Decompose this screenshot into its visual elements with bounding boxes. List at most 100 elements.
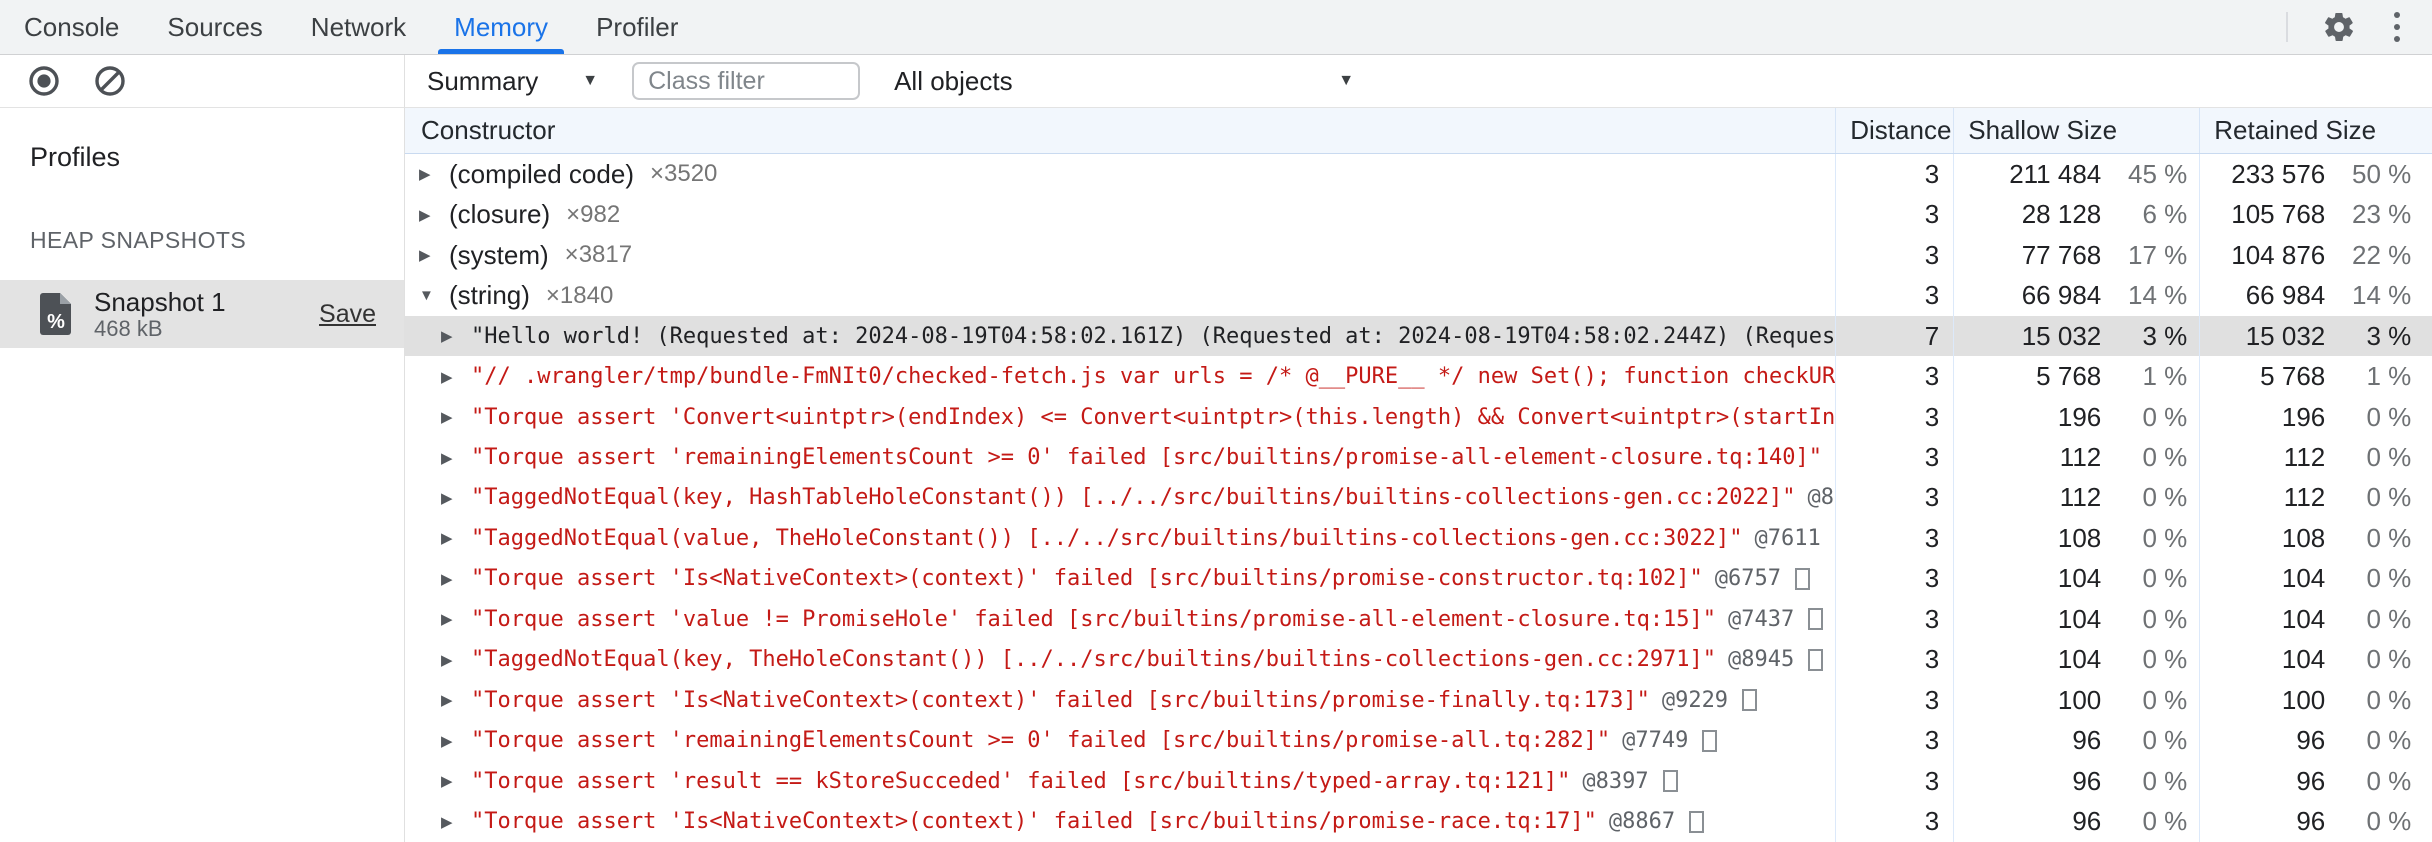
size-percent: 0 % — [2366, 684, 2412, 715]
heap-snapshot-file-icon: % — [36, 290, 76, 338]
expand-icon[interactable]: ▶ — [441, 489, 471, 507]
size-percent: 0 % — [2366, 725, 2412, 756]
tab-bar-actions — [2286, 0, 2432, 54]
expand-icon[interactable]: ▶ — [441, 408, 471, 426]
expand-icon[interactable]: ▶ — [441, 570, 471, 588]
expand-icon[interactable]: ▶ — [441, 691, 471, 709]
size-percent: 0 % — [2142, 482, 2188, 513]
tab-memory[interactable]: Memory — [430, 0, 572, 54]
object-link-icon[interactable] — [1795, 567, 1811, 590]
size-value: 15 032 — [2245, 320, 2326, 351]
string-value: "Torque assert 'remainingElementsCount >… — [471, 728, 1611, 754]
object-link-icon[interactable] — [1808, 648, 1824, 671]
expand-icon[interactable]: ▶ — [441, 529, 471, 547]
shallow-size-cell: 5 768 1 % — [1953, 356, 2199, 397]
size-value: 96 — [2296, 765, 2326, 796]
table-row[interactable]: ▶ "Hello world! (Requested at: 2024-08-19… — [405, 315, 2432, 357]
object-link-icon[interactable] — [1702, 729, 1718, 752]
table-row[interactable]: ▼ (string) ×1840 3 66 984 14 % 66 984 14 % — [405, 275, 2432, 316]
shallow-size-cell: 104 0 % — [1953, 558, 2199, 600]
table-row[interactable]: ▶ "Torque assert 'value != PromiseHole' f… — [405, 599, 2432, 640]
table-row[interactable]: ▶ "Torque assert 'Is<NativeContext>(conte… — [405, 801, 2432, 842]
object-link-icon[interactable] — [1689, 810, 1705, 833]
constructor-cell: ▶ "TaggedNotEqual(key, HashTableHoleConst… — [405, 478, 1835, 518]
object-link-icon[interactable] — [1662, 770, 1678, 793]
size-percent: 22 % — [2351, 239, 2412, 270]
expand-icon[interactable]: ▶ — [419, 246, 449, 264]
class-filter-input[interactable] — [632, 62, 861, 100]
table-row[interactable]: ▶ "TaggedNotEqual(key, TheHoleConstant())… — [405, 639, 2432, 681]
profiles-sidebar: Profiles HEAP SNAPSHOTS % Snapshot 1 468… — [0, 108, 405, 842]
column-header-shallow-size[interactable]: Shallow Size — [1953, 108, 2199, 153]
collapse-icon[interactable]: ▼ — [419, 287, 449, 304]
expand-icon[interactable]: ▶ — [441, 772, 471, 790]
snapshot-name: Snapshot 1 — [94, 287, 226, 317]
object-filter-select[interactable]: All objects ▼ — [894, 66, 1354, 97]
table-row[interactable]: ▶ "Torque assert 'result == kStoreSuccede… — [405, 761, 2432, 802]
gear-icon[interactable] — [2322, 10, 2356, 44]
expand-icon[interactable]: ▶ — [441, 651, 471, 669]
column-header-retained-size[interactable]: Retained Size — [2199, 108, 2432, 153]
size-percent: 0 % — [2366, 806, 2412, 837]
column-header-distance[interactable]: Distance — [1835, 108, 1953, 153]
tab-network[interactable]: Network — [287, 0, 430, 54]
expand-icon[interactable]: ▶ — [441, 610, 471, 628]
object-id: @8867 — [1608, 809, 1676, 835]
size-percent: 1 % — [2366, 361, 2412, 392]
constructor-cell: ▶ "Torque assert 'remainingElementsCount … — [405, 721, 1835, 761]
constructor-cell: ▶ "Torque assert 'remainingElementsCount … — [405, 437, 1835, 477]
size-value: 211 484 — [2009, 158, 2102, 189]
retained-size-cell: 96 0 % — [2199, 801, 2432, 842]
size-value: 96 — [2072, 765, 2102, 796]
record-icon[interactable] — [26, 63, 62, 99]
shallow-size-cell: 211 484 45 % — [1953, 154, 2199, 195]
tab-profiler[interactable]: Profiler — [572, 0, 702, 54]
size-value: 112 — [2059, 442, 2102, 473]
table-row[interactable]: ▶ "// .wrangler/tmp/bundle-FmNIt0/checked… — [405, 356, 2432, 397]
table-row[interactable]: ▶ "TaggedNotEqual(key, HashTableHoleConst… — [405, 477, 2432, 519]
size-percent: 0 % — [2366, 401, 2412, 432]
three-dot-menu-icon[interactable] — [2390, 8, 2404, 46]
string-value: "Torque assert 'Is<NativeContext>(contex… — [471, 566, 1703, 592]
object-link-icon[interactable] — [1808, 608, 1824, 631]
profile-view-select[interactable]: Summary ▼ — [427, 66, 598, 97]
object-link-icon[interactable] — [1742, 689, 1758, 712]
distance-cell: 3 — [1835, 599, 1953, 640]
size-value: 104 — [2281, 603, 2326, 634]
expand-icon[interactable]: ▶ — [441, 368, 471, 386]
shallow-size-cell: 96 0 % — [1953, 761, 2199, 802]
shallow-size-cell: 66 984 14 % — [1953, 275, 2199, 316]
shallow-size-cell: 196 0 % — [1953, 396, 2199, 438]
constructor-cell: ▶ "Torque assert 'Is<NativeContext>(conte… — [405, 680, 1835, 720]
save-link[interactable]: Save — [319, 300, 376, 329]
table-row[interactable]: ▶ "Torque assert 'remainingElementsCount … — [405, 437, 2432, 478]
tab-sources[interactable]: Sources — [143, 0, 286, 54]
expand-icon[interactable]: ▶ — [441, 813, 471, 831]
expand-icon[interactable]: ▶ — [419, 206, 449, 224]
table-row[interactable]: ▶ (compiled code) ×3520 3 211 484 45 % 233 576… — [405, 154, 2432, 195]
table-row[interactable]: ▶ (closure) ×982 3 28 128 6 % 105 768 23 % — [405, 194, 2432, 235]
clear-icon[interactable] — [92, 63, 128, 99]
profile-view-value: Summary — [427, 65, 539, 96]
table-row[interactable]: ▶ "Torque assert 'Is<NativeContext>(conte… — [405, 680, 2432, 721]
expand-icon[interactable]: ▶ — [441, 327, 471, 345]
table-row[interactable]: ▶ "Torque assert 'remainingElementsCount … — [405, 720, 2432, 762]
size-percent: 23 % — [2351, 199, 2412, 230]
tab-console[interactable]: Console — [0, 0, 143, 54]
table-row[interactable]: ▶ "Torque assert 'Is<NativeContext>(conte… — [405, 558, 2432, 600]
size-percent: 17 % — [2127, 239, 2188, 270]
grid-body: ▶ (compiled code) ×3520 3 211 484 45 % 233 576… — [405, 154, 2432, 842]
column-header-constructor[interactable]: Constructor — [405, 115, 1835, 146]
size-percent: 0 % — [2366, 765, 2412, 796]
table-row[interactable]: ▶ "Torque assert 'Convert<uintptr>(endInd… — [405, 396, 2432, 438]
table-row[interactable]: ▶ (system) ×3817 3 77 768 17 % 104 876 22 % — [405, 234, 2432, 276]
table-row[interactable]: ▶ "TaggedNotEqual(value, TheHoleConstant(… — [405, 518, 2432, 559]
size-percent: 0 % — [2142, 563, 2188, 594]
snapshot-item[interactable]: % Snapshot 1 468 kB Save — [0, 280, 404, 348]
expand-icon[interactable]: ▶ — [419, 165, 449, 183]
retained-size-cell: 104 0 % — [2199, 558, 2432, 600]
object-id: @7437 — [1728, 606, 1795, 632]
expand-icon[interactable]: ▶ — [441, 449, 471, 467]
expand-icon[interactable]: ▶ — [441, 732, 471, 750]
size-percent: 3 % — [2366, 320, 2412, 351]
